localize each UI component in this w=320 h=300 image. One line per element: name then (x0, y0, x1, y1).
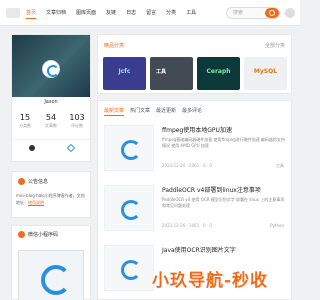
tab-most-comments[interactable]: 最多评论 (182, 107, 202, 116)
featured-title: 精品分类 (104, 43, 125, 49)
article-tag[interactable]: 工具 (276, 163, 284, 169)
nav-item-links[interactable]: 友链 (106, 8, 116, 19)
article-tag[interactable]: Python (270, 223, 284, 228)
wechat-icon (18, 231, 25, 238)
article-title[interactable]: PaddleOCR v4部署到linux注意事项 (162, 185, 261, 194)
notice-text: mini-blog-halo小程序博客作者，文档地址： (16, 193, 85, 205)
article-title[interactable]: ffmpeg使用本地GPU加速 (162, 125, 232, 134)
stat-value: 54 (45, 113, 57, 122)
author-name: Jason (44, 99, 58, 105)
article-title[interactable]: Java使用OCR识别图片文字 (162, 245, 236, 254)
search-icon[interactable] (265, 8, 279, 18)
nav-item-tools[interactable]: 工具 (186, 8, 196, 19)
top-bar: 首页 文章归档 图库页面 友链 日志 留言 分类 工具 搜索 (0, 0, 300, 26)
stat-categories: 15 分类数 (12, 113, 38, 129)
nav-item-gallery[interactable]: 图库页面 (76, 8, 96, 19)
profile-card: Jason 15 分类数 54 文章数 103 评论数 (11, 34, 91, 162)
article-meta: 2023-12-20 · 2061 · 0 · 0 (162, 163, 212, 168)
nav-item-archive[interactable]: 文章归档 (46, 8, 66, 19)
site-logo[interactable] (6, 8, 20, 18)
github-icon[interactable] (28, 145, 35, 151)
stat-comments: 103 评论数 (64, 113, 90, 129)
mini-program-qr-code (18, 250, 84, 300)
search-input[interactable]: 搜索 (233, 8, 243, 18)
tab-popular[interactable]: 热门文章 (130, 107, 150, 116)
notice-header: 公告信息 (18, 178, 48, 185)
notice-card: 公告信息 mini-blog-halo小程序博客作者，文档地址：使用说明 (11, 171, 91, 218)
stat-label: 分类数 (19, 123, 31, 128)
user-icon[interactable] (285, 8, 295, 18)
featured-categories: 精品分类 全部分类 Jcfc 工具 Ceraph MySQL (97, 34, 292, 94)
category-thumb-label: 工具 (156, 69, 167, 75)
profile-stats: 15 分类数 54 文章数 103 评论数 (12, 113, 90, 129)
watermark-text: 小玖导航-秒收 (152, 271, 269, 291)
mini-program-header: 微信小程序码 (18, 231, 58, 238)
all-categories-link[interactable]: 全部分类 (265, 42, 285, 49)
stat-label: 文章数 (45, 123, 57, 128)
tab-recent-update[interactable]: 最近更新 (156, 107, 176, 116)
category-thumb-label: Ceraph (206, 68, 231, 75)
category-thumb[interactable]: MySQL (244, 57, 287, 90)
stat-value: 15 (19, 113, 31, 122)
category-thumb[interactable]: Jcfc (103, 57, 146, 90)
article-excerpt: PaddleOCR v4 使用 OCR 模型识别文字 部署在 linux 上的注… (162, 197, 285, 208)
nav-item-home[interactable]: 首页 (26, 8, 37, 19)
avatar[interactable] (42, 60, 60, 78)
stat-articles: 54 文章数 (38, 113, 64, 129)
profile-actions (12, 139, 90, 153)
category-thumb-label: MySQL (253, 68, 278, 75)
main-nav: 首页 文章归档 图库页面 友链 日志 留言 分类 工具 (26, 8, 196, 19)
category-thumb[interactable]: Ceraph (197, 57, 240, 90)
stat-label: 评论数 (71, 123, 83, 128)
notice-title: 公告信息 (28, 179, 49, 185)
nav-item-journal[interactable]: 日志 (126, 8, 136, 19)
category-thumb-label: Jcfc (118, 68, 131, 75)
article-item[interactable]: PaddleOCR v4部署到linux注意事项 PaddleOCR v4 使用… (102, 183, 288, 239)
notice-body: mini-blog-halo小程序博客作者，文档地址：使用说明 (16, 192, 86, 206)
share-icon[interactable] (66, 143, 75, 153)
article-tabs: 最新文章 热门文章 最近更新 最多评论 (104, 107, 202, 116)
mini-program-title: 微信小程序码 (28, 232, 59, 238)
search-box[interactable]: 搜索 (226, 7, 280, 19)
article-meta: 2023-12-26 · 2061 · 0 · 0 (162, 223, 212, 228)
mini-program-card: 微信小程序码 (11, 225, 91, 300)
bell-icon (18, 178, 25, 185)
tab-latest[interactable]: 最新文章 (104, 107, 125, 116)
nav-item-guestbook[interactable]: 留言 (146, 8, 156, 19)
category-thumb[interactable]: 工具 (150, 57, 193, 90)
article-excerpt: ffmpeg基础编码器硬件加速 使用ffmpeg进行硬件加速 编码器的支持情况 … (162, 137, 285, 148)
stat-value: 103 (69, 113, 85, 122)
article-item[interactable]: ffmpeg使用本地GPU加速 ffmpeg基础编码器硬件加速 使用ffmpeg… (102, 123, 288, 179)
featured-thumbs: Jcfc 工具 Ceraph MySQL (103, 57, 287, 90)
nav-item-categories[interactable]: 分类 (166, 8, 176, 19)
notice-doc-link[interactable]: 使用说明 (28, 200, 44, 205)
article-thumbnail[interactable] (104, 245, 154, 291)
article-thumbnail[interactable] (104, 125, 154, 171)
article-thumbnail[interactable] (104, 185, 154, 231)
